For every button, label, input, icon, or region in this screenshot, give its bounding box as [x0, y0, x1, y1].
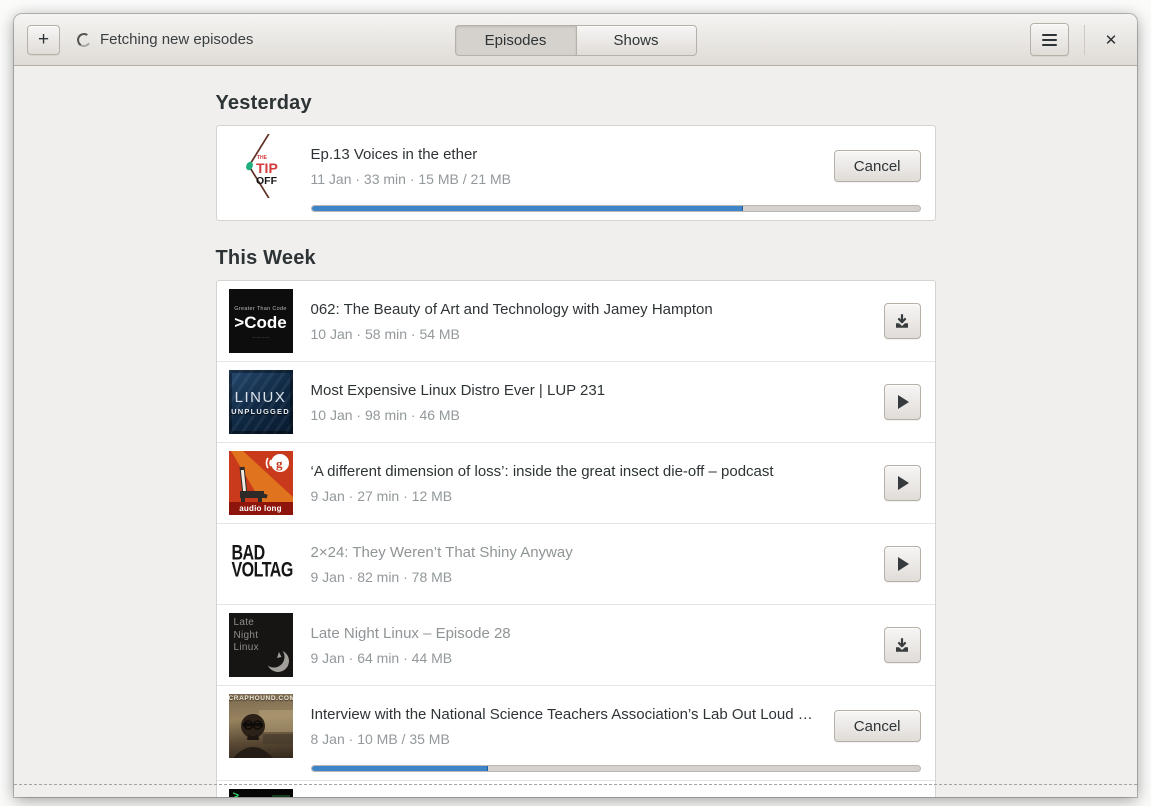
scroll-undershoot-indicator — [14, 784, 1137, 785]
close-icon: ✕ — [1104, 31, 1118, 49]
episodes-scroll-area[interactable]: Yesterday THE TIP OFF Ep.13 Voices in th… — [14, 66, 1137, 797]
episode-meta: 11 Jan · 33 min · 15 MB / 21 MB — [310, 170, 512, 187]
episode-meta: 10 Jan · 98 min · 46 MB — [310, 406, 460, 423]
menu-button[interactable] — [1030, 23, 1069, 56]
episode-info: Late Night Linux – Episode 28 9 Jan · 64 … — [311, 625, 866, 666]
episode-info: Interview with the National Science Teac… — [311, 706, 816, 747]
show-cover-art: THE TIP OFF — [228, 134, 293, 198]
episode-meta: 10 Jan · 58 min · 54 MB — [310, 325, 460, 342]
episode-info: ‘A different dimension of loss’: inside … — [311, 463, 866, 504]
cancel-download-button[interactable]: Cancel — [833, 150, 921, 182]
play-button[interactable] — [883, 546, 921, 582]
episode-row[interactable]: Late Night Linux Late Night Linux – Episod… — [216, 604, 935, 685]
play-icon — [898, 476, 909, 490]
section-title: Yesterday — [215, 92, 312, 114]
episode-title: Late Night Linux – Episode 28 — [310, 624, 511, 642]
svg-text:OFF: OFF — [256, 175, 278, 187]
download-progress-bar — [310, 205, 921, 212]
episode-title: 2×24: They Weren’t That Shiny Anyway — [310, 543, 573, 561]
section-title: This Week — [215, 247, 316, 269]
episode-row[interactable]: CRAPHOUND.COM Interview with the National… — [216, 685, 935, 780]
episode-info: 2×24: They Weren’t That Shiny Anyway 9 Ja… — [311, 544, 866, 585]
episode-meta: 9 Jan · 27 min · 12 MB — [310, 487, 453, 504]
loading-spinner-icon — [75, 31, 93, 48]
svg-text:TIP: TIP — [256, 160, 278, 176]
play-icon — [898, 557, 909, 571]
episode-row[interactable]: LINUX UNPLUGGED Most Expensive Linux Distr… — [216, 361, 935, 442]
episode-title: Interview with the National Science Teac… — [310, 705, 816, 723]
download-progress-fill — [311, 766, 488, 771]
episode-title: Most Expensive Linux Distro Ever | LUP 2… — [310, 381, 606, 399]
status-text: Fetching new episodes — [100, 31, 254, 48]
app-window: + Fetching new episodes Episodes Shows ✕… — [14, 14, 1137, 797]
download-button[interactable] — [883, 627, 921, 663]
play-button[interactable] — [883, 465, 921, 501]
header-separator — [1084, 24, 1085, 55]
episode-meta: 9 Jan · 64 min · 44 MB — [310, 649, 453, 666]
download-icon — [896, 638, 908, 652]
play-button[interactable] — [883, 384, 921, 420]
episodes-column: Yesterday THE TIP OFF Ep.13 Voices in th… — [215, 92, 936, 797]
view-switcher: Episodes Shows — [454, 25, 697, 56]
episode-row[interactable]: > IRL Bot or Not — [216, 780, 935, 797]
episode-meta: 8 Jan · 10 MB / 35 MB — [310, 730, 450, 747]
show-cover-art: Late Night Linux — [228, 613, 293, 677]
header-right-controls: ✕ — [1030, 23, 1124, 56]
download-icon — [896, 314, 908, 328]
episode-info: Most Expensive Linux Distro Ever | LUP 2… — [311, 382, 866, 423]
episode-meta: 9 Jan · 82 min · 78 MB — [310, 568, 453, 585]
show-cover-art: Greater Than Code >Code — — — — — [228, 289, 293, 353]
episode-title: Ep.13 Voices in the ether — [310, 145, 478, 163]
add-podcast-button[interactable]: + — [27, 24, 60, 55]
episode-info: Ep.13 Voices in the ether 11 Jan · 33 min… — [311, 146, 816, 187]
episode-info: 062: The Beauty of Art and Technology wi… — [311, 301, 866, 342]
download-progress-bar — [310, 765, 921, 772]
hamburger-icon — [1042, 33, 1057, 46]
download-progress-fill — [311, 206, 744, 211]
tab-shows[interactable]: Shows — [575, 25, 697, 56]
episode-row[interactable]: THE TIP OFF Ep.13 Voices in the ether 11 … — [217, 126, 935, 220]
play-icon — [898, 395, 909, 409]
show-cover-art: > IRL — [228, 789, 293, 797]
episode-title: 062: The Beauty of Art and Technology wi… — [310, 300, 713, 318]
show-cover-art: CRAPHOUND.COM — [228, 694, 293, 758]
cancel-download-button[interactable]: Cancel — [833, 710, 921, 742]
episodes-card: Greater Than Code >Code — — — — 062: The … — [215, 280, 936, 797]
header-bar: + Fetching new episodes Episodes Shows ✕ — [14, 14, 1137, 66]
show-cover-art: g audio long reads — [228, 451, 293, 515]
close-window-button[interactable]: ✕ — [1098, 27, 1124, 53]
episode-row[interactable]: g audio long reads ‘A different dimension… — [216, 442, 935, 523]
show-cover-art: BADVOLTAGE — [228, 532, 293, 596]
svg-text:g: g — [276, 456, 283, 471]
episode-title: ‘A different dimension of loss’: inside … — [310, 462, 774, 480]
show-cover-art: LINUX UNPLUGGED — [228, 370, 293, 434]
episode-row[interactable]: Greater Than Code >Code — — — — 062: The … — [217, 281, 935, 361]
download-button[interactable] — [883, 303, 921, 339]
episode-row[interactable]: BADVOLTAGE 2×24: They Weren’t That Shiny … — [216, 523, 935, 604]
tab-episodes[interactable]: Episodes — [454, 25, 576, 56]
episodes-card: THE TIP OFF Ep.13 Voices in the ether 11 … — [215, 125, 936, 221]
